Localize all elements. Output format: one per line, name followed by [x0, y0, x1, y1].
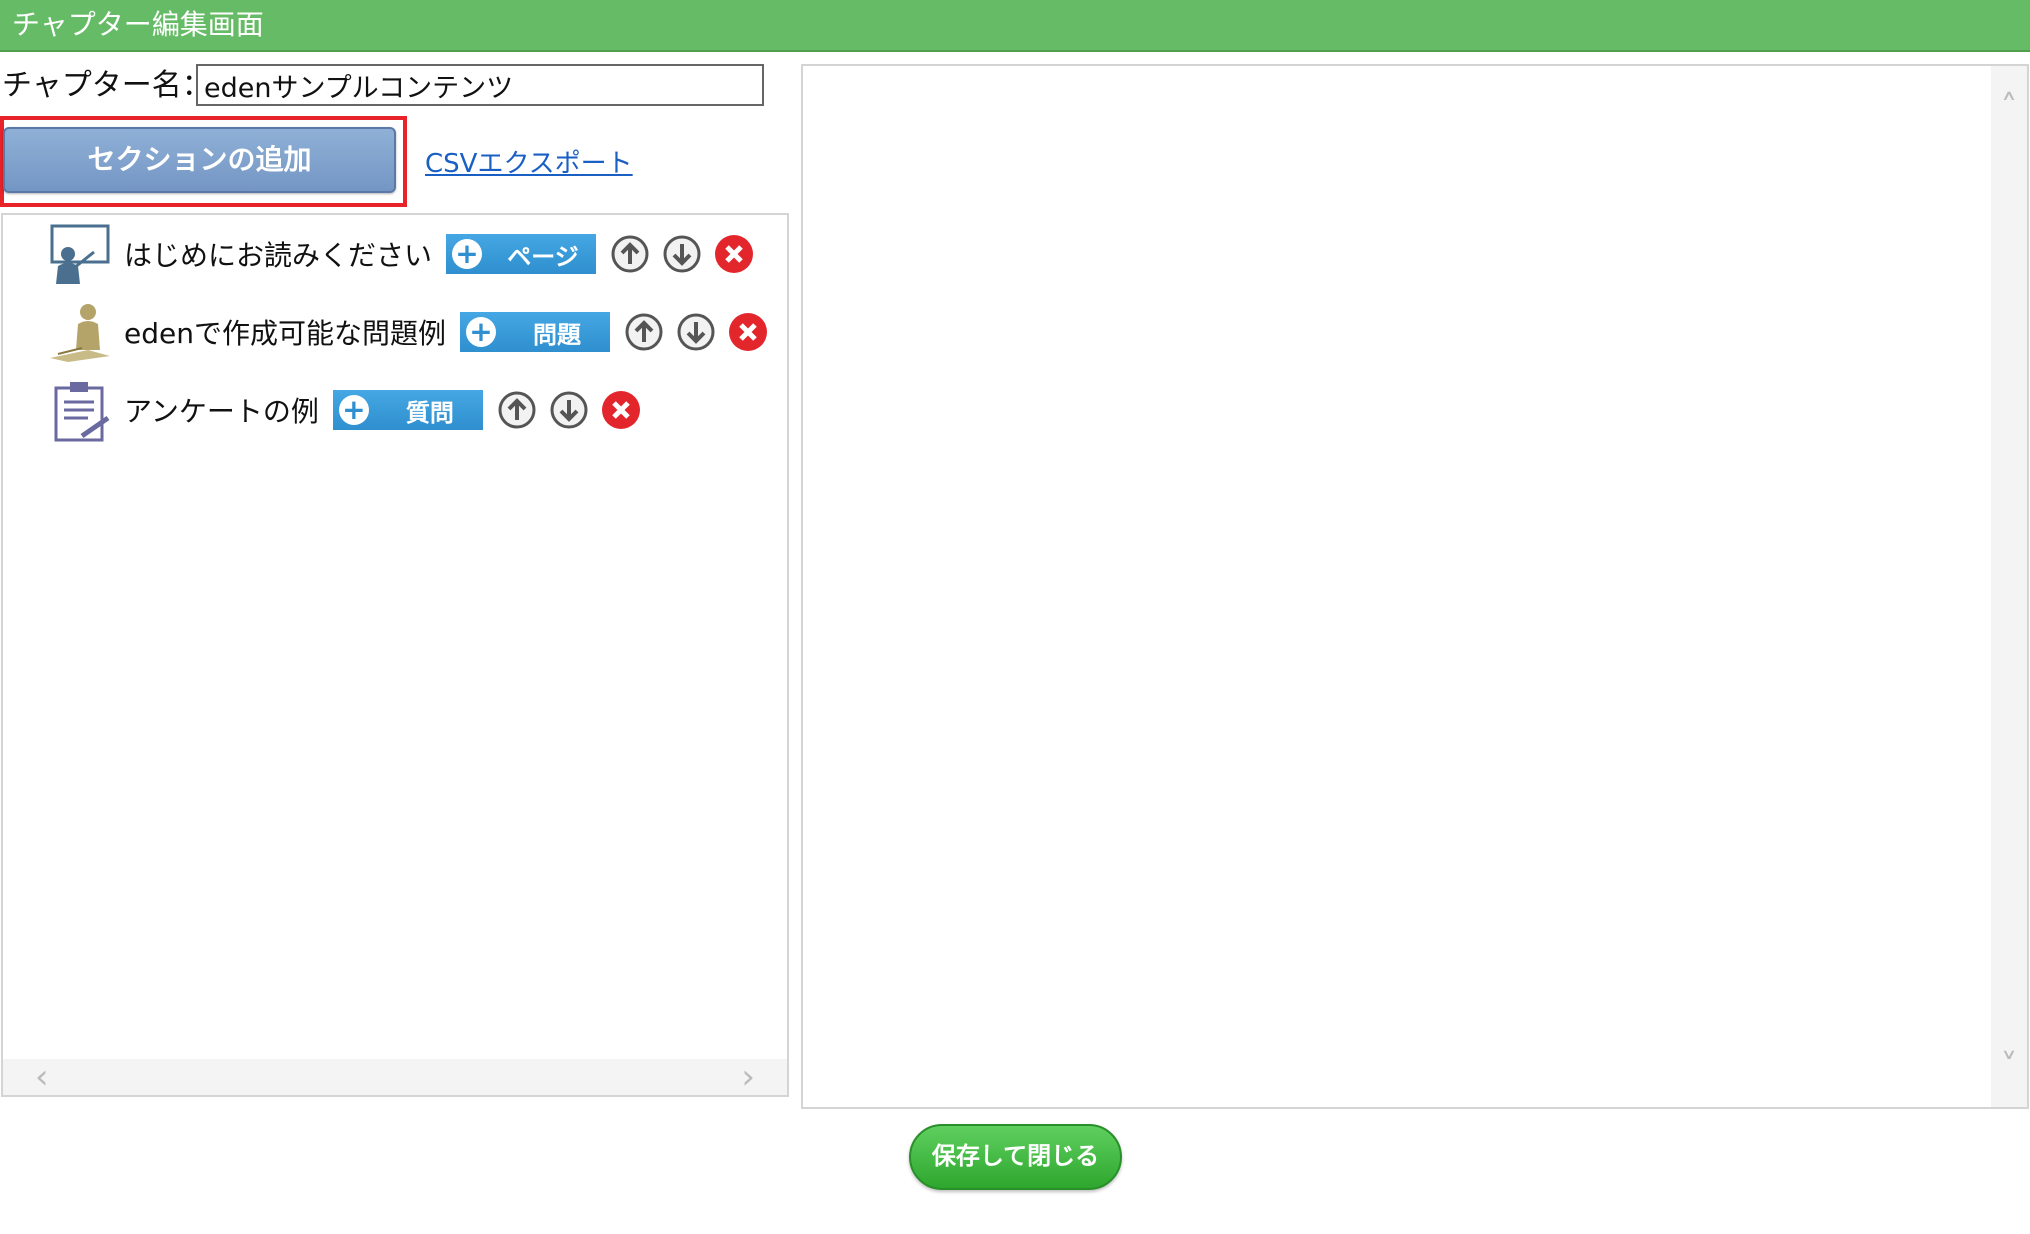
- move-down-icon[interactable]: [662, 234, 702, 274]
- horizontal-scrollbar[interactable]: ‹ ›: [3, 1059, 787, 1095]
- clipboard-icon: [54, 382, 110, 442]
- preview-panel: ˄ ˅: [801, 64, 2029, 1109]
- plus-icon: +: [452, 239, 483, 269]
- add-page-button[interactable]: + ページ: [446, 234, 597, 274]
- section-row: はじめにお読みください + ページ: [48, 221, 766, 287]
- section-label: はじめにお読みください: [124, 239, 433, 272]
- add-question-button[interactable]: + 問題: [459, 312, 610, 352]
- section-label: アンケートの例: [124, 395, 319, 428]
- scroll-right-icon[interactable]: ›: [741, 1059, 755, 1095]
- plus-icon: +: [465, 317, 496, 347]
- add-section-button[interactable]: セクションの追加: [3, 127, 396, 193]
- csv-export-link[interactable]: CSVエクスポート: [425, 143, 633, 180]
- save-and-close-button[interactable]: 保存して閉じる: [909, 1124, 1122, 1190]
- add-survey-question-button[interactable]: + 質問: [332, 390, 483, 430]
- window-title: チャプター編集画面: [0, 0, 2030, 52]
- delete-icon[interactable]: [714, 234, 754, 274]
- delete-icon[interactable]: [728, 312, 768, 352]
- scroll-up-icon[interactable]: ˄: [1991, 88, 2027, 128]
- section-row: アンケートの例 + 質問: [48, 377, 653, 443]
- delete-icon[interactable]: [601, 390, 641, 430]
- section-label: edenで作成可能な問題例: [124, 317, 446, 350]
- lecture-icon: [50, 224, 110, 284]
- chapter-name-label: チャプター名：: [2, 68, 212, 103]
- section-row: edenで作成可能な問題例 + 問題: [48, 299, 780, 365]
- section-tree-panel: はじめにお読みください + ページ edenで作成可能な問題例 + 問題 アンケ…: [1, 213, 789, 1097]
- exam-icon: [50, 304, 110, 362]
- vertical-scrollbar[interactable]: ˄ ˅: [1991, 66, 2027, 1107]
- move-up-icon[interactable]: [624, 312, 664, 352]
- move-up-icon[interactable]: [610, 234, 650, 274]
- move-down-icon[interactable]: [549, 390, 589, 430]
- scroll-down-icon[interactable]: ˅: [1991, 1047, 2027, 1087]
- chapter-name-input[interactable]: [196, 64, 764, 106]
- move-down-icon[interactable]: [676, 312, 716, 352]
- scroll-left-icon[interactable]: ‹: [35, 1059, 49, 1095]
- plus-icon: +: [338, 395, 369, 425]
- move-up-icon[interactable]: [497, 390, 537, 430]
